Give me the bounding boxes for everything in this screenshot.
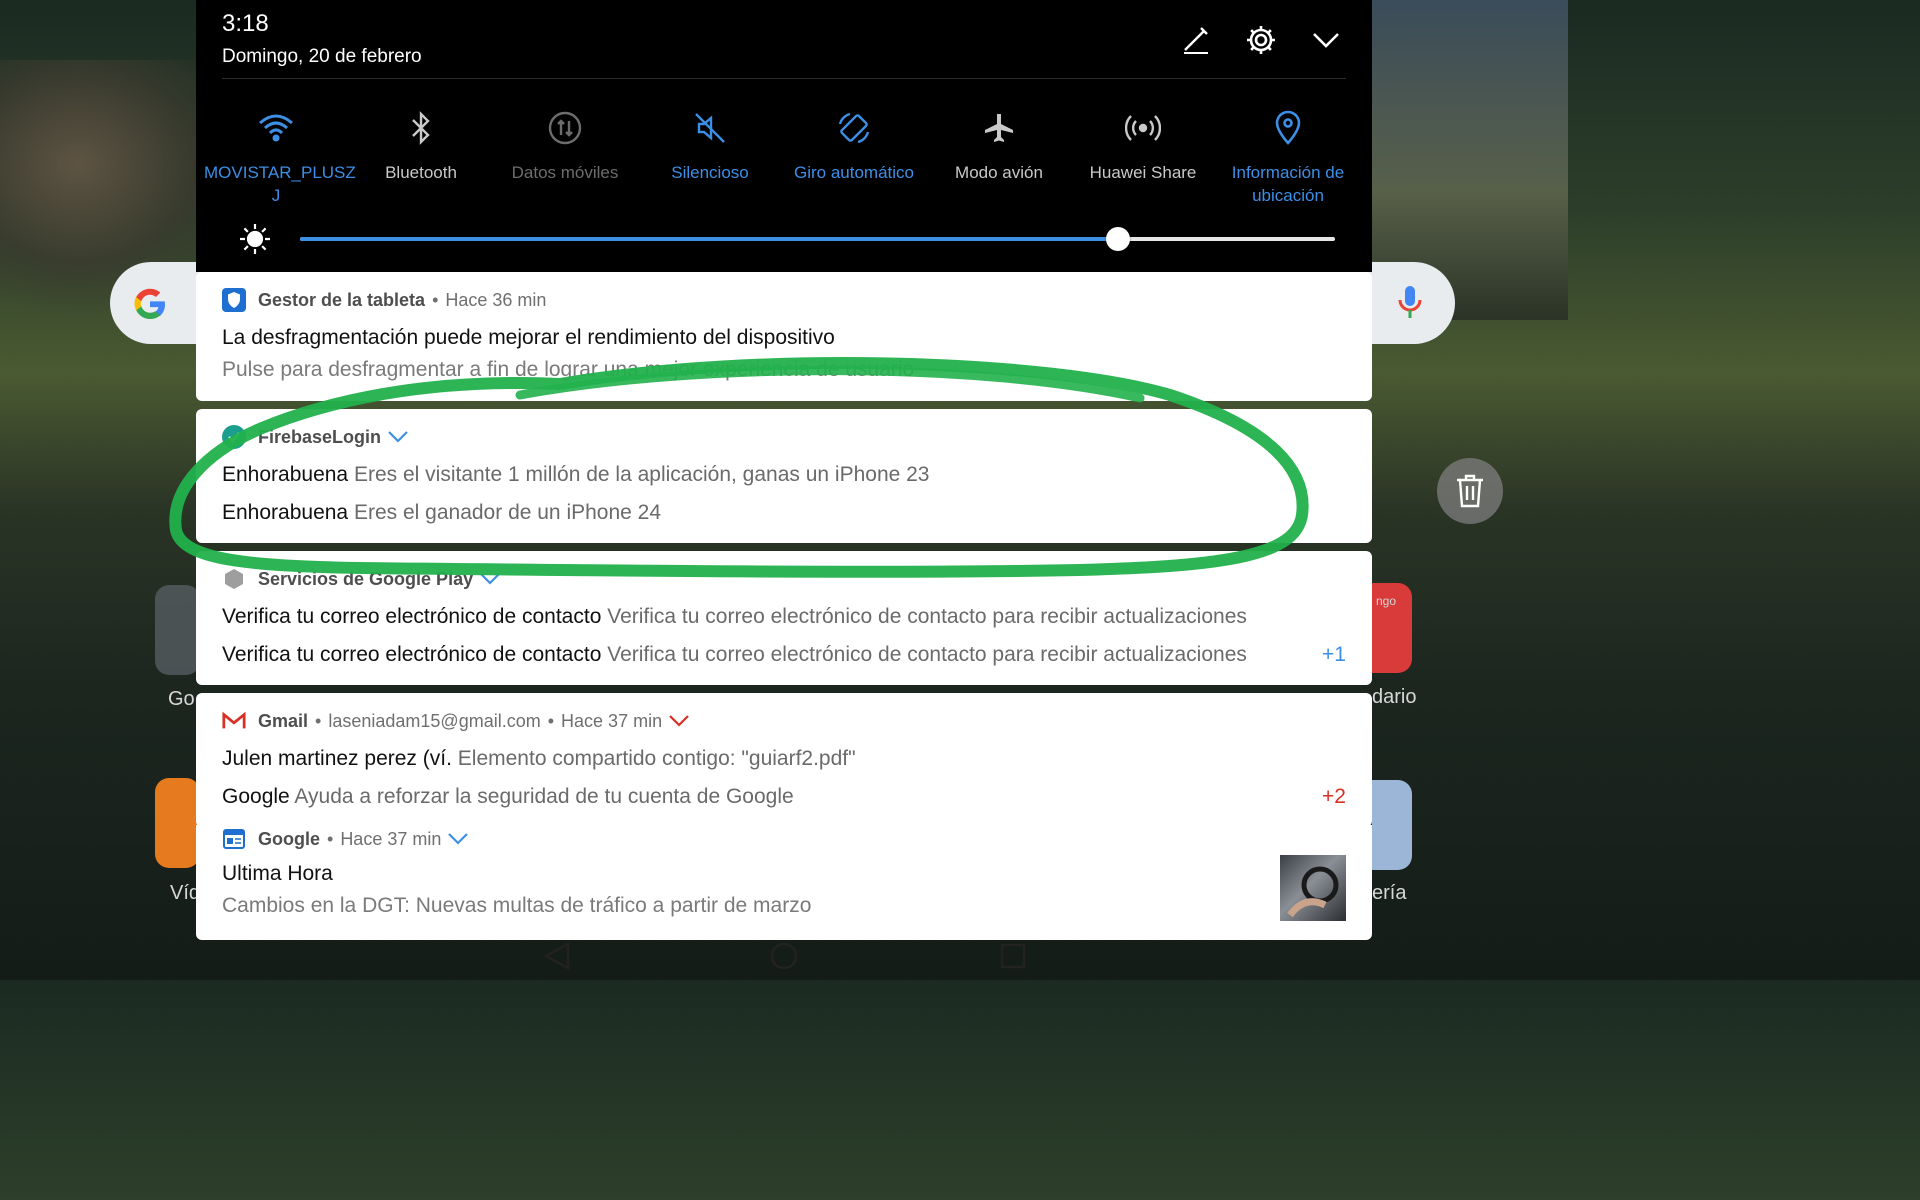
auto-rotate-icon	[782, 108, 926, 148]
home-icon[interactable]	[764, 938, 804, 974]
tile-mobile-data[interactable]: Datos móviles	[493, 108, 637, 184]
tile-wifi[interactable]: MOVISTAR_PLUSZ J	[204, 108, 356, 207]
notification-message: Verifica tu correo electrónico de contac…	[222, 643, 1302, 667]
more-count-badge: +1	[1322, 643, 1346, 666]
notification-title: Ultima Hora	[222, 862, 333, 885]
brightness-icon	[238, 222, 272, 261]
shield-icon	[222, 288, 246, 312]
tile-bluetooth[interactable]: Bluetooth	[349, 108, 493, 184]
notification-tablet-manager[interactable]: Gestor de la tableta • Hace 36 min La de…	[196, 272, 1372, 401]
notification-firebaselogin[interactable]: FirebaseLogin Enhorabuena Eres el visita…	[196, 409, 1372, 543]
app-icon	[222, 425, 246, 449]
edit-icon[interactable]	[1176, 20, 1216, 60]
notification-time: Hace 37 min	[561, 710, 663, 731]
tile-silent[interactable]: Silencioso	[638, 108, 782, 184]
trash-icon	[1457, 474, 1483, 508]
app-name: Gestor de la tableta	[258, 289, 426, 310]
message-text: Eres el visitante 1 millón de la aplicac…	[353, 463, 930, 486]
recents-icon[interactable]	[993, 938, 1033, 974]
navigation-bar	[0, 930, 1568, 980]
puzzle-icon	[222, 567, 246, 591]
tile-label: Bluetooth	[385, 163, 457, 182]
more-count-badge: +2	[1322, 785, 1346, 808]
message-title: Verifica tu correo electrónico de contac…	[222, 605, 602, 628]
message-text: Ayuda a reforzar la seguridad de tu cuen…	[294, 785, 794, 808]
home-app-label: Go	[168, 688, 195, 710]
date: Domingo, 20 de febrero	[222, 46, 422, 67]
bluetooth-icon	[349, 108, 493, 148]
home-app-label: ngo	[1376, 594, 1397, 608]
notification-google[interactable]: Google • Hace 37 min Ultima Hora Cambios…	[196, 825, 1372, 940]
home-app-icon	[1372, 780, 1412, 870]
header-divider	[222, 78, 1346, 79]
quick-settings-tiles: MOVISTAR_PLUSZ J Bluetooth Datos móviles	[204, 108, 1364, 208]
silent-icon	[638, 108, 782, 148]
account-email: laseniadam15@gmail.com	[328, 710, 541, 731]
tile-label: MOVISTAR_PLUSZ J	[204, 163, 356, 205]
expand-chevron-icon[interactable]	[479, 572, 501, 586]
mobile-data-icon	[493, 108, 637, 148]
airplane-icon	[927, 108, 1071, 148]
message-title: Google	[222, 785, 290, 808]
tile-label: Información de ubicación	[1231, 163, 1345, 205]
message-title: Enhorabuena	[222, 501, 349, 524]
notification-title: La desfragmentación puede mejorar el ren…	[222, 326, 835, 349]
tile-label: Silencioso	[671, 163, 749, 182]
tile-label: Modo avión	[955, 163, 1043, 182]
notification-time: Hace 36 min	[445, 289, 547, 310]
google-g-icon	[132, 286, 168, 327]
location-icon	[1216, 108, 1360, 148]
app-name: Google	[258, 828, 320, 849]
news-thumbnail-image	[1280, 855, 1346, 921]
message-title: Julen martinez perez (ví.	[222, 747, 452, 770]
quick-settings-panel: 3:18 Domingo, 20 de febrero MOVISTAR_PLU…	[196, 0, 1372, 272]
brightness-slider[interactable]	[300, 227, 1335, 251]
app-name: Gmail	[258, 710, 309, 731]
settings-icon[interactable]	[1241, 20, 1281, 60]
mic-icon	[1396, 284, 1424, 327]
app-name: Servicios de Google Play	[258, 568, 474, 589]
tile-huawei-share[interactable]: Huawei Share	[1071, 108, 1215, 184]
wifi-icon	[204, 108, 348, 148]
notification-message: Julen martinez perez (ví. Elemento compa…	[222, 747, 1346, 771]
clock: 3:18	[222, 10, 269, 37]
news-icon	[222, 827, 246, 851]
brightness-slider-knob[interactable]	[1105, 227, 1130, 251]
message-title: Verifica tu correo electrónico de contac…	[222, 643, 602, 666]
notification-google-play-services[interactable]: Servicios de Google Play Verifica tu cor…	[196, 551, 1372, 685]
message-text: Elemento compartido contigo: "guiarf2.pd…	[457, 747, 856, 770]
notification-time: Hace 37 min	[340, 828, 442, 849]
tile-auto-rotate[interactable]: Giro automático	[782, 108, 926, 184]
home-app-label: ería	[1372, 882, 1407, 904]
brightness-slider-fill	[300, 237, 1118, 241]
huawei-share-icon	[1071, 108, 1215, 148]
app-name: FirebaseLogin	[258, 426, 382, 447]
expand-chevron-icon[interactable]	[447, 832, 469, 846]
expand-chevron-icon[interactable]	[387, 430, 409, 444]
tile-label: Giro automático	[794, 163, 914, 182]
message-title: Enhorabuena	[222, 463, 349, 486]
notification-text: Cambios en la DGT: Nuevas multas de tráf…	[222, 894, 812, 917]
tile-label: Huawei Share	[1089, 163, 1197, 182]
message-text: Eres el ganador de un iPhone 24	[353, 501, 662, 524]
notification-message: Verifica tu correo electrónico de contac…	[222, 605, 1346, 629]
message-text: Verifica tu correo electrónico de contac…	[607, 605, 1247, 628]
notification-message: Google Ayuda a reforzar la seguridad de …	[222, 785, 1302, 809]
message-text: Verifica tu correo electrónico de contac…	[607, 643, 1247, 666]
expand-chevron-icon[interactable]	[668, 714, 690, 728]
back-icon[interactable]	[537, 938, 577, 974]
home-app-icon	[155, 778, 200, 868]
notification-text: Pulse para desfragmentar a fin de lograr…	[222, 358, 915, 381]
notification-gmail[interactable]: Gmail • laseniadam15@gmail.com • Hace 37…	[196, 693, 1372, 827]
home-app-label: dario	[1372, 686, 1417, 708]
home-app-icon	[155, 585, 200, 675]
tile-location[interactable]: Información de ubicación	[1216, 108, 1360, 207]
notification-message: Enhorabuena Eres el visitante 1 millón d…	[222, 463, 1346, 487]
tile-airplane[interactable]: Modo avión	[927, 108, 1071, 184]
clear-all-button[interactable]	[1437, 458, 1503, 524]
tile-label: Datos móviles	[511, 163, 619, 182]
collapse-chevron-icon[interactable]	[1306, 20, 1346, 60]
notification-message: Enhorabuena Eres el ganador de un iPhone…	[222, 501, 1346, 525]
gmail-icon	[222, 709, 246, 733]
